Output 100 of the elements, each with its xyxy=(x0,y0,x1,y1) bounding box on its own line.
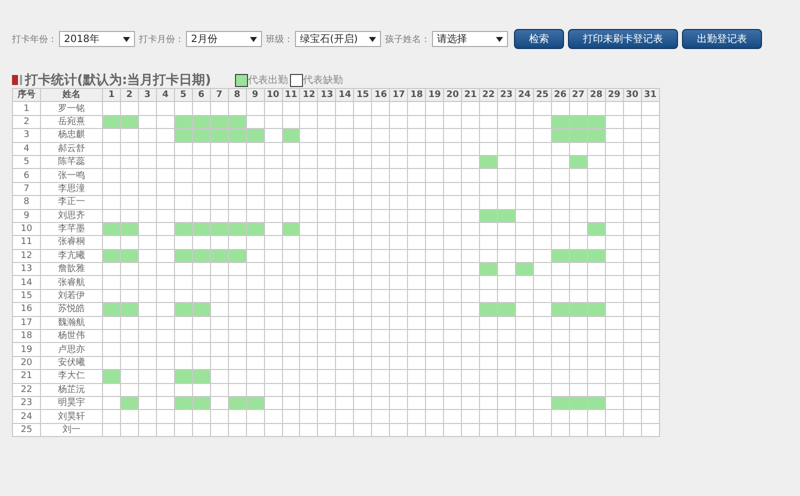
table-cell: 22 xyxy=(12,383,40,396)
column-header: 17 xyxy=(390,88,408,102)
dropdown[interactable]: 2月份 xyxy=(186,31,262,47)
table-cell: 刘若伊 xyxy=(40,289,102,303)
column-header: 19 xyxy=(426,88,444,102)
table-cell: 10 xyxy=(12,222,40,236)
column-header: 2 xyxy=(120,88,138,102)
column-header: 12 xyxy=(300,88,318,102)
table-cell: 李亢曦 xyxy=(40,249,102,263)
section-title: 打卡统计(默认为:当月打卡日期) xyxy=(25,72,212,89)
table-cell: 13 xyxy=(12,262,40,276)
column-header: 15 xyxy=(354,88,372,102)
table-cell: 安伏曦 xyxy=(40,356,102,370)
table-cell: 24 xyxy=(12,410,40,424)
table-cell: 张睿桐 xyxy=(40,236,102,250)
table-cell: 郝云舒 xyxy=(40,142,102,156)
column-header: 28 xyxy=(587,88,606,102)
table-cell: 张睿航 xyxy=(40,276,102,290)
column-header: 18 xyxy=(408,88,426,102)
section-icon xyxy=(12,75,22,85)
column-header: 8 xyxy=(228,88,246,102)
table-cell: 3 xyxy=(12,128,40,142)
column-header: 23 xyxy=(497,88,516,102)
table-cell: 21 xyxy=(12,370,40,384)
column-header: 1 xyxy=(102,88,120,102)
column-header: 3 xyxy=(138,88,156,102)
action-button[interactable]: 打印未刷卡登记表 xyxy=(568,29,678,49)
table-cell: 16 xyxy=(12,302,40,316)
dropdown[interactable]: 绿宝石(开启) xyxy=(295,31,381,47)
table-cell: 卢思亦 xyxy=(40,342,102,356)
table-cell: 岳宛熹 xyxy=(40,115,102,129)
table-cell: 18 xyxy=(12,330,40,343)
table-cell: 杨忠麒 xyxy=(40,128,102,142)
table-cell: 12 xyxy=(12,249,40,263)
column-header: 11 xyxy=(282,88,300,102)
table-cell: 7 xyxy=(12,182,40,196)
table-cell: 李大仁 xyxy=(40,370,102,384)
action-button[interactable]: 出勤登记表 xyxy=(682,29,762,49)
legend-label: 代表缺勤 xyxy=(303,74,344,87)
column-header: 5 xyxy=(174,88,192,102)
table-cell: 罗一铭 xyxy=(40,102,102,116)
table-cell: 20 xyxy=(12,356,40,370)
table-cell: 25 xyxy=(12,423,40,437)
caret-icon xyxy=(369,36,376,42)
table-cell: 魏瀚航 xyxy=(40,316,102,330)
dropdown[interactable]: 请选择 xyxy=(432,31,508,47)
column-header: 21 xyxy=(462,88,480,102)
table-cell: 李思潼 xyxy=(40,182,102,196)
table-cell: 1 xyxy=(12,102,40,116)
table-cell: 2 xyxy=(12,115,40,129)
column-header: 16 xyxy=(372,88,390,102)
filter-label: 打卡月份： xyxy=(139,34,184,46)
column-header: 7 xyxy=(210,88,228,102)
filter-label: 孩子姓名： xyxy=(385,34,430,46)
column-header: 13 xyxy=(318,88,336,102)
caret-icon xyxy=(496,36,503,42)
table-cell: 19 xyxy=(12,342,40,356)
table-cell: 刘昊轩 xyxy=(40,410,102,424)
table-cell: 刘思齐 xyxy=(40,209,102,222)
action-button[interactable]: 检索 xyxy=(514,29,564,49)
column-header: 6 xyxy=(192,88,210,102)
table-cell: 苏悦皓 xyxy=(40,302,102,316)
column-header: 22 xyxy=(480,88,498,102)
table-cell: 刘一 xyxy=(40,423,102,437)
column-header: 29 xyxy=(605,88,624,102)
column-header: 30 xyxy=(623,88,642,102)
column-header: 4 xyxy=(156,88,174,102)
table-cell: 明昊宇 xyxy=(40,396,102,410)
table-cell: 15 xyxy=(12,289,40,303)
table-cell: 9 xyxy=(12,209,40,222)
table-cell: 5 xyxy=(12,155,40,169)
table-cell: 8 xyxy=(12,196,40,210)
column-header: 姓名 xyxy=(40,88,102,102)
table-cell: 23 xyxy=(12,396,40,410)
table-cell: 李正一 xyxy=(40,196,102,210)
table-cell: 17 xyxy=(12,316,40,330)
column-header: 14 xyxy=(336,88,354,102)
table-cell: 4 xyxy=(12,142,40,156)
column-header: 26 xyxy=(551,88,570,102)
column-header: 20 xyxy=(444,88,462,102)
table-cell: 陈芊蕊 xyxy=(40,155,102,169)
table-cell: 6 xyxy=(12,168,40,182)
table-cell: 杨世伟 xyxy=(40,330,102,343)
table-cell: 詹歆雅 xyxy=(40,262,102,276)
filter-label: 班级： xyxy=(266,34,293,46)
table-cell: 14 xyxy=(12,276,40,290)
table-cell: 杨芷沅 xyxy=(40,383,102,396)
legend-label: 代表出勤 xyxy=(248,74,288,87)
column-header: 31 xyxy=(641,88,660,102)
table-cell: 11 xyxy=(12,236,40,250)
column-header: 24 xyxy=(515,88,534,102)
filter-label: 打卡年份： xyxy=(12,34,57,46)
caret-icon xyxy=(123,36,130,42)
column-header: 序号 xyxy=(12,88,40,102)
table-cell: 张一鸣 xyxy=(40,168,102,182)
dropdown[interactable]: 2018年 xyxy=(59,31,135,47)
column-header: 27 xyxy=(569,88,588,102)
caret-icon xyxy=(250,36,257,42)
column-header: 9 xyxy=(246,88,264,102)
column-header: 10 xyxy=(264,88,282,102)
